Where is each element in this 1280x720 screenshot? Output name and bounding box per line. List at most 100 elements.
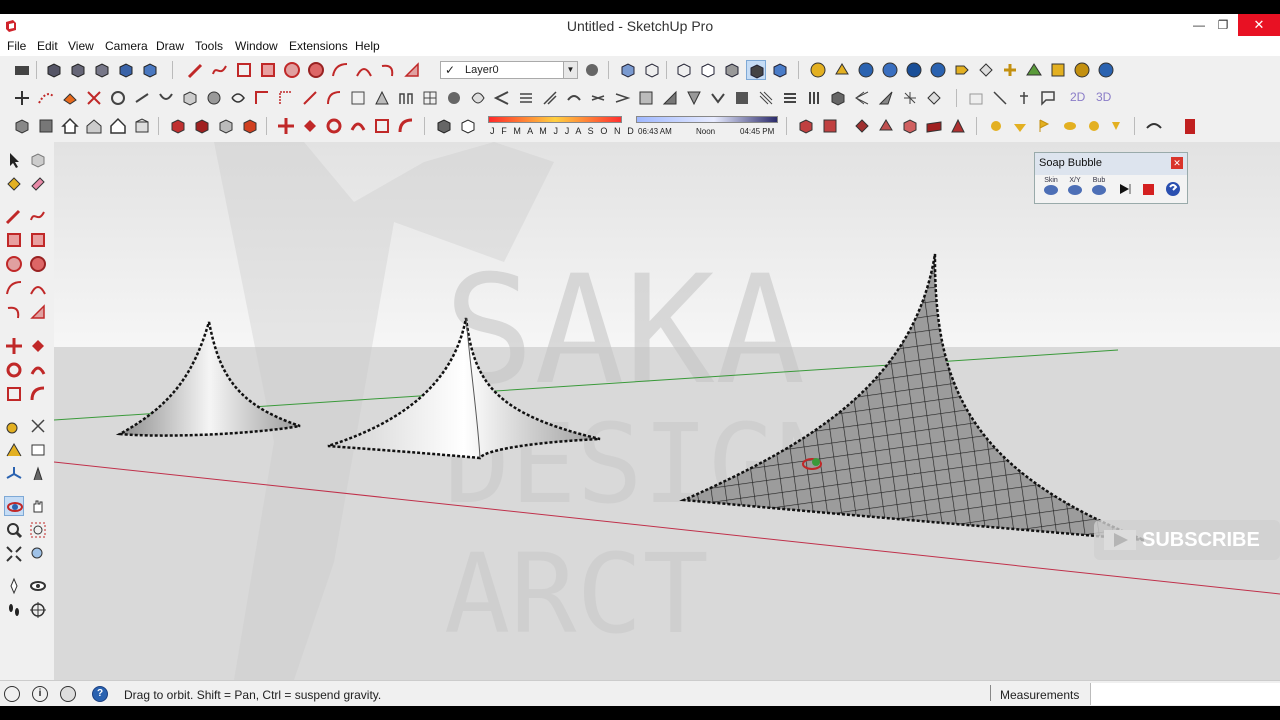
tool-2-42-icon[interactable]	[1014, 88, 1034, 108]
extension-gold-5-icon[interactable]	[1072, 60, 1092, 80]
offset-red-icon[interactable]	[396, 116, 416, 136]
solid-tool-1-icon[interactable]	[168, 116, 188, 136]
zoom-window-icon[interactable]	[28, 520, 48, 540]
previous-view-icon[interactable]	[28, 544, 48, 564]
zoom-extents-icon[interactable]	[4, 544, 24, 564]
three-point-arc-tool-icon[interactable]	[4, 302, 24, 322]
move-tool-icon[interactable]	[4, 336, 24, 356]
pan-tool-icon[interactable]	[28, 496, 48, 516]
rotated-rectangle-icon[interactable]	[258, 60, 278, 80]
tool-2-10-icon[interactable]	[228, 88, 248, 108]
tool-2-23-icon[interactable]	[540, 88, 560, 108]
arc-icon[interactable]	[330, 60, 350, 80]
wireframe-icon[interactable]	[674, 60, 694, 80]
layer-manager-icon[interactable]	[582, 60, 602, 80]
followme-red-icon[interactable]	[348, 116, 368, 136]
tool-2-17-icon[interactable]	[396, 88, 416, 108]
shadow-date-slider[interactable]: J F M A M J J A S O N D	[488, 114, 634, 138]
dimension-icon[interactable]	[28, 416, 48, 436]
warehouse-icon[interactable]	[36, 116, 56, 136]
back-view-icon[interactable]	[140, 60, 160, 80]
time-gradient-bar[interactable]	[636, 116, 778, 123]
xray-icon[interactable]	[618, 60, 638, 80]
tool-2-39-icon[interactable]	[924, 88, 944, 108]
extension-blue-3-icon[interactable]	[904, 60, 924, 80]
tool-2-25-icon[interactable]	[588, 88, 608, 108]
tool-2-41-icon[interactable]	[990, 88, 1010, 108]
component-icon[interactable]	[12, 116, 32, 136]
extension-yellow-3-icon[interactable]	[1034, 116, 1054, 136]
soap-stop-button[interactable]	[1139, 177, 1159, 199]
rectangle-tool-icon[interactable]	[4, 230, 24, 250]
extension-yellow-4-icon[interactable]	[1060, 116, 1080, 136]
circle-icon[interactable]	[282, 60, 302, 80]
tool-2-37-icon[interactable]	[876, 88, 896, 108]
rotate-red-icon[interactable]	[324, 116, 344, 136]
polygon-icon[interactable]	[306, 60, 326, 80]
eraser-icon[interactable]	[28, 174, 48, 194]
extension-gold-3-icon[interactable]	[1000, 60, 1020, 80]
share-component-icon[interactable]	[132, 116, 152, 136]
protractor-icon[interactable]	[4, 440, 24, 460]
tool-2-36-icon[interactable]	[852, 88, 872, 108]
three-point-arc-icon[interactable]	[378, 60, 398, 80]
two-point-arc-tool-icon[interactable]	[28, 278, 48, 298]
menu-tools[interactable]: Tools	[195, 39, 223, 53]
extension-yellow-6-icon[interactable]	[1106, 116, 1126, 136]
extension-blue-2-icon[interactable]	[880, 60, 900, 80]
house-icon[interactable]	[84, 116, 104, 136]
axes-tool-icon[interactable]	[4, 464, 24, 484]
extension-gold-1-icon[interactable]	[808, 60, 828, 80]
rotated-rect-tool-icon[interactable]	[28, 230, 48, 250]
tool-2-43-icon[interactable]	[1038, 88, 1058, 108]
fog-toggle-icon[interactable]	[458, 116, 478, 136]
soap-skin-button[interactable]: Skin	[1041, 177, 1061, 199]
shadows-toggle-icon[interactable]	[434, 116, 454, 136]
freehand-tool-icon[interactable]	[28, 206, 48, 226]
soap-help-button[interactable]	[1163, 177, 1183, 199]
sandbox-5-icon[interactable]	[900, 116, 920, 136]
sandbox-3-icon[interactable]	[852, 116, 872, 136]
move-tool-icon[interactable]	[12, 88, 32, 108]
sandbox-1-icon[interactable]	[796, 116, 816, 136]
tool-2-33-icon[interactable]	[780, 88, 800, 108]
extension-yellow-1-icon[interactable]	[986, 116, 1006, 136]
soap-xy-button[interactable]: X/Y	[1065, 177, 1085, 199]
make-component-icon[interactable]	[28, 150, 48, 170]
extension-red-book-icon[interactable]	[1180, 116, 1200, 136]
sandbox-6-icon[interactable]	[924, 116, 944, 136]
credits-info-icon[interactable]: i	[32, 686, 48, 702]
pushpull-tool-icon[interactable]	[28, 336, 48, 356]
view-2d-button[interactable]: 2D	[1070, 90, 1094, 110]
extension-gold-2-icon[interactable]	[832, 60, 852, 80]
tool-2-32-icon[interactable]	[756, 88, 776, 108]
right-view-icon[interactable]	[116, 60, 136, 80]
solid-tool-4-icon[interactable]	[240, 116, 260, 136]
paint-tool-icon[interactable]	[60, 88, 80, 108]
view-3d-button[interactable]: 3D	[1096, 90, 1120, 110]
front-view-icon[interactable]	[92, 60, 112, 80]
tool-2-13-icon[interactable]	[300, 88, 320, 108]
tool-2-8-icon[interactable]	[180, 88, 200, 108]
tool-2-30-icon[interactable]	[708, 88, 728, 108]
text-tool-icon[interactable]	[28, 440, 48, 460]
share-model-icon[interactable]	[108, 116, 128, 136]
tool-2-26-icon[interactable]	[612, 88, 632, 108]
orbit-tool-icon[interactable]	[4, 496, 24, 516]
followme-tool-icon[interactable]	[28, 360, 48, 380]
extension-tag-icon[interactable]	[952, 60, 972, 80]
curve-tool-icon[interactable]	[36, 88, 56, 108]
tool-2-34-icon[interactable]	[804, 88, 824, 108]
menu-view[interactable]: View	[68, 39, 94, 53]
circle-tool-icon[interactable]	[4, 254, 24, 274]
back-edges-icon[interactable]	[642, 60, 662, 80]
tool-2-29-icon[interactable]	[684, 88, 704, 108]
sandbox-4-icon[interactable]	[876, 116, 896, 136]
extension-help-icon[interactable]	[928, 60, 948, 80]
solid-tool-3-icon[interactable]	[216, 116, 236, 136]
soap-play-button[interactable]	[1115, 177, 1135, 199]
section-plane-icon[interactable]	[28, 600, 48, 620]
hidden-line-icon[interactable]	[698, 60, 718, 80]
tool-2-27-icon[interactable]	[636, 88, 656, 108]
tool-2-18-icon[interactable]	[420, 88, 440, 108]
